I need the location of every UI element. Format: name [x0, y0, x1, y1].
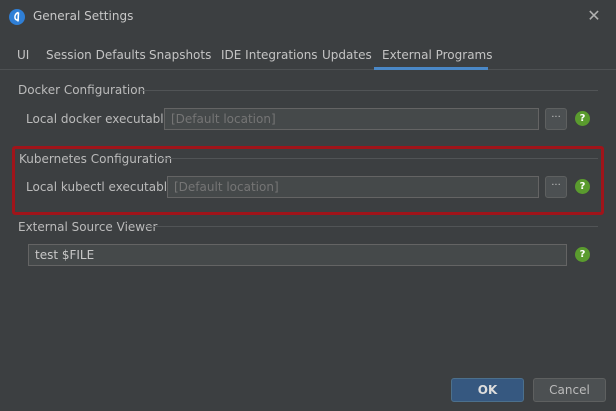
kubectl-executable-label: Local kubectl executable:	[26, 180, 179, 194]
kubectl-executable-input[interactable]	[167, 176, 539, 198]
docker-executable-input[interactable]	[164, 108, 539, 130]
docker-executable-label: Local docker executable:	[26, 112, 176, 126]
close-icon[interactable]: ✕	[583, 5, 605, 27]
tab-bar: UI Session Defaults Snapshots IDE Integr…	[0, 42, 616, 70]
source-viewer-help-icon[interactable]: ?	[575, 247, 590, 262]
kubernetes-section-title: Kubernetes Configuration	[19, 152, 173, 166]
title-bar: General Settings ✕	[0, 0, 616, 34]
kubectl-browse-button[interactable]: ···	[545, 176, 567, 198]
general-settings-dialog: General Settings ✕ UI Session Defaults S…	[0, 0, 616, 411]
docker-help-icon[interactable]: ?	[575, 111, 590, 126]
tab-snapshots[interactable]: Snapshots	[141, 42, 219, 70]
tab-updates[interactable]: Updates	[314, 42, 380, 70]
cancel-button[interactable]: Cancel	[533, 378, 606, 402]
kubectl-help-icon[interactable]: ?	[575, 179, 590, 194]
source-viewer-command-input[interactable]	[28, 244, 567, 266]
tab-session-defaults[interactable]: Session Defaults	[38, 42, 154, 70]
tab-external-programs[interactable]: External Programs	[374, 42, 492, 70]
ok-button[interactable]: OK	[451, 378, 524, 402]
app-logo-icon	[9, 9, 25, 25]
docker-browse-button[interactable]: ···	[545, 108, 567, 130]
docker-section-title: Docker Configuration	[18, 83, 146, 97]
source-viewer-section-title: External Source Viewer	[18, 220, 158, 234]
source-viewer-section-divider	[145, 226, 598, 227]
tab-ide-integrations[interactable]: IDE Integrations	[213, 42, 326, 70]
docker-section-divider	[140, 90, 598, 91]
kubernetes-section-divider	[160, 158, 598, 159]
tab-ui[interactable]: UI	[9, 42, 37, 70]
window-title: General Settings	[33, 9, 134, 23]
